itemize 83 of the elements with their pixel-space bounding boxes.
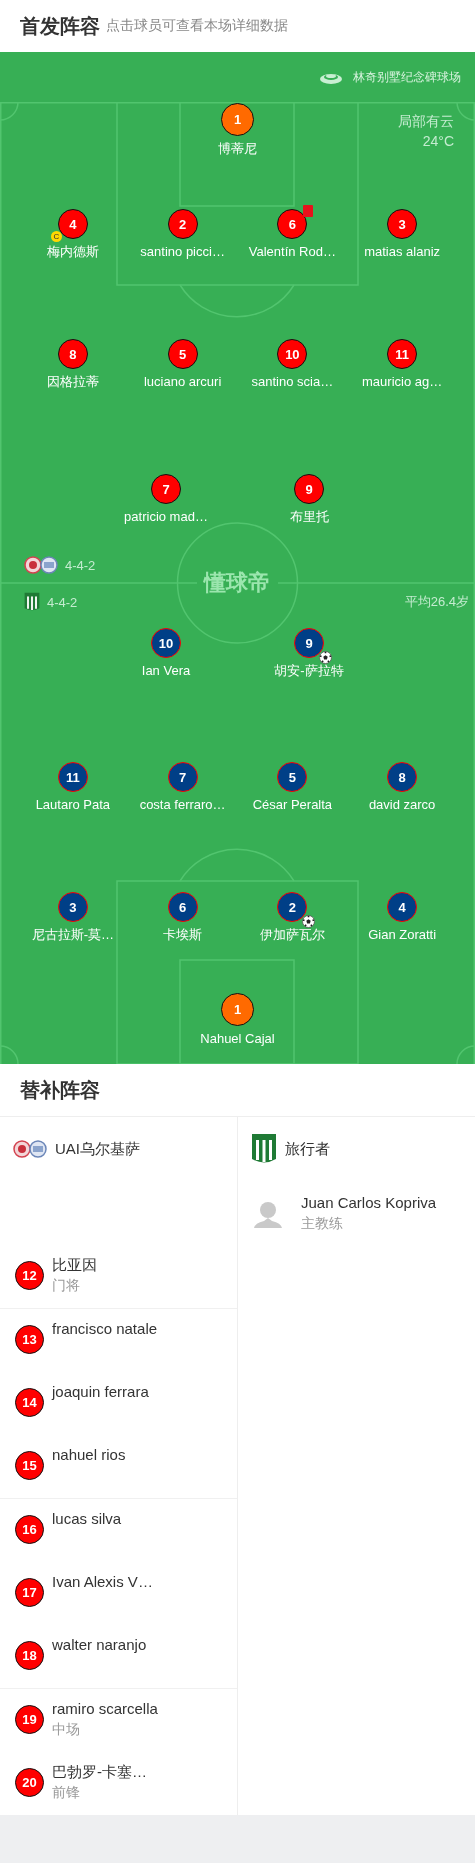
player-number-badge[interactable]: 2: [167, 209, 198, 239]
section-title: 替补阵容: [20, 1077, 100, 1103]
player-number-badge[interactable]: 7: [151, 474, 181, 504]
player-number-badge[interactable]: 5: [277, 762, 308, 792]
player-name[interactable]: 伊加萨瓦尔: [259, 927, 325, 943]
logo-text: 懂球帝: [202, 570, 271, 596]
player-name[interactable]: Valentín Rod…: [248, 244, 336, 260]
player-name[interactable]: Ivan Alexis V…: [52, 1572, 153, 1592]
player-name[interactable]: 尼古拉斯-莫…: [31, 927, 115, 943]
player-name[interactable]: luciano arcuri: [143, 374, 222, 390]
player-name[interactable]: Ian Vera: [141, 663, 191, 679]
player-name[interactable]: walter naranjo: [52, 1635, 147, 1655]
player-number-badge[interactable]: 9: [294, 628, 324, 658]
section-title: 首发阵容: [20, 13, 100, 39]
average-age-text: 平均26.4岁: [404, 593, 469, 611]
player-name[interactable]: patricio mad…: [124, 509, 208, 525]
player-number-badge[interactable]: 14: [15, 1388, 44, 1417]
player-name[interactable]: 博蒂尼: [218, 141, 257, 157]
player-number-badge[interactable]: 5: [167, 339, 198, 369]
player-number-badge[interactable]: 16: [15, 1515, 44, 1544]
stadium-name: 林奇别墅纪念碑球场: [353, 68, 461, 86]
player-number-badge[interactable]: 10: [277, 339, 308, 369]
team-crest-icon: [24, 592, 40, 612]
player-number-badge[interactable]: 8: [387, 762, 418, 792]
player-number-badge[interactable]: 7: [167, 762, 198, 792]
player-name[interactable]: Nahuel Cajal: [200, 1031, 275, 1047]
weather-text: 局部有云: [398, 112, 454, 131]
player-name[interactable]: santino scia…: [251, 374, 334, 390]
player-number-badge[interactable]: 9: [294, 474, 324, 504]
player-name[interactable]: santino picci…: [140, 244, 225, 260]
team-logo-icon: [24, 556, 58, 574]
player-number-badge[interactable]: 4: [387, 892, 418, 922]
player-number-badge[interactable]: 12: [15, 1261, 44, 1290]
player-name[interactable]: 布里托: [289, 509, 329, 525]
player-name[interactable]: 因格拉蒂: [46, 374, 99, 390]
player-number-badge[interactable]: 8: [57, 339, 88, 369]
player-number-badge[interactable]: 3: [57, 892, 88, 922]
player-number-badge[interactable]: 15: [15, 1451, 44, 1480]
player-name[interactable]: 胡安-萨拉特: [274, 663, 344, 679]
player-name[interactable]: nahuel rios: [52, 1445, 126, 1465]
player-number-badge[interactable]: 1: [221, 103, 254, 136]
player-name[interactable]: francisco natale: [52, 1319, 158, 1339]
player-name[interactable]: costa ferraro…: [139, 797, 226, 813]
hint-text: 点击球员可查看本场详细数据: [106, 17, 288, 35]
player-name[interactable]: 比亚因: [52, 1255, 97, 1275]
player-number-badge[interactable]: 6: [277, 209, 308, 239]
formation-text: 4-4-2: [47, 594, 78, 610]
player-number-badge[interactable]: 18: [15, 1641, 44, 1670]
player-number-badge[interactable]: 19: [15, 1705, 44, 1734]
player-number-badge[interactable]: 10: [151, 628, 181, 658]
player-name[interactable]: Lautaro Pata: [35, 797, 111, 813]
player-name[interactable]: 巴勃罗-卡塞…: [52, 1762, 147, 1782]
player-number-badge[interactable]: 11: [57, 762, 88, 792]
player-name[interactable]: 梅内德斯: [46, 244, 99, 260]
player-number-badge[interactable]: 20: [15, 1768, 44, 1797]
player-name[interactable]: Gian Zoratti: [368, 927, 437, 943]
player-name[interactable]: david zarco: [368, 797, 436, 813]
position-text: 门将: [52, 1276, 81, 1295]
player-name[interactable]: mauricio ag…: [362, 374, 443, 390]
player-name[interactable]: lucas silva: [52, 1509, 122, 1529]
team-logo-icon: [13, 1140, 47, 1158]
player-number-badge[interactable]: 17: [15, 1578, 44, 1607]
player-number-badge[interactable]: 11: [387, 339, 418, 369]
player-name[interactable]: 卡埃斯: [163, 927, 203, 943]
player-name[interactable]: joaquin ferrara: [52, 1382, 149, 1402]
player-number-badge[interactable]: 1: [221, 993, 254, 1026]
team-crest-icon: [251, 1133, 277, 1165]
captain-badge: C: [50, 231, 62, 242]
team-name: UAI乌尔基萨: [55, 1139, 140, 1159]
player-name[interactable]: ramiro scarcella: [52, 1699, 158, 1719]
position-text: 中场: [52, 1720, 81, 1739]
player-number-badge[interactable]: 3: [387, 209, 418, 239]
coach-role: 主教练: [301, 1214, 344, 1233]
player-number-badge[interactable]: 2: [277, 892, 308, 922]
position-text: 前锋: [52, 1783, 81, 1802]
formation-text: 4-4-2: [65, 557, 96, 573]
coach-name[interactable]: Juan Carlos Kopriva: [301, 1193, 437, 1213]
player-name[interactable]: matias alaniz: [364, 244, 441, 260]
temperature-text: 24°C: [421, 132, 454, 151]
player-number-badge[interactable]: 6: [167, 892, 198, 922]
team-name: 旅行者: [285, 1139, 330, 1159]
player-number-badge[interactable]: 13: [15, 1325, 44, 1354]
player-name[interactable]: César Peralta: [252, 797, 333, 813]
